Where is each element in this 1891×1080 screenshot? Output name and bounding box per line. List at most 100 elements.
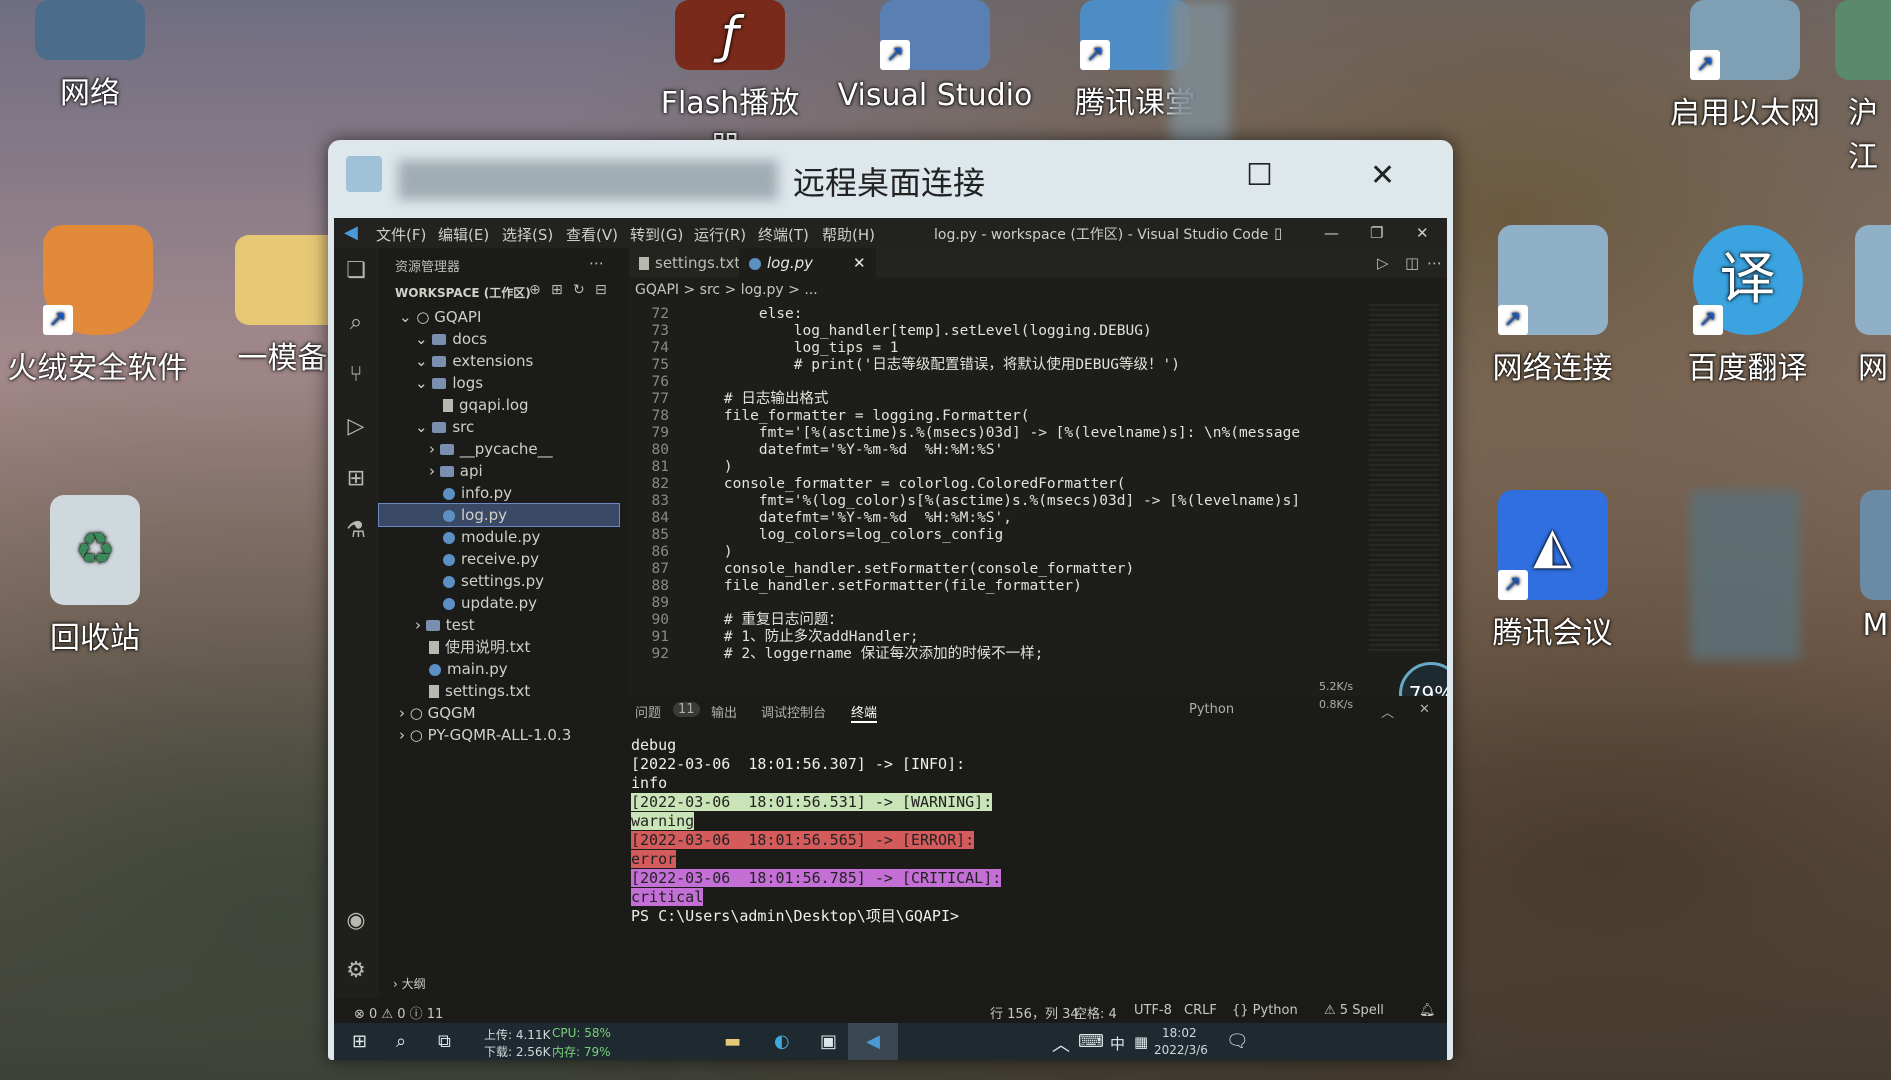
- restore-icon[interactable]: ❐: [1370, 224, 1383, 242]
- minimize-icon[interactable]: —: [1324, 224, 1339, 242]
- account-icon[interactable]: ◉: [342, 908, 370, 936]
- tree-item-test[interactable]: › test: [415, 614, 475, 636]
- tree-item-api[interactable]: › api: [429, 460, 483, 482]
- menu-edit[interactable]: 编辑(E): [438, 224, 489, 245]
- close-icon[interactable]: ✕: [1416, 224, 1429, 242]
- tree-item-gqapi-log[interactable]: gqapi.log: [443, 394, 529, 416]
- desktop-icon-hujiang[interactable]: 沪江: [1835, 0, 1891, 176]
- file-explorer-icon[interactable]: ▬: [724, 1031, 741, 1052]
- rdp-close-button[interactable]: ✕: [1370, 158, 1395, 193]
- desktop-icon-visual-studio[interactable]: ↗ Visual Studio: [830, 0, 1040, 113]
- status-indentation[interactable]: 空格: 4: [1074, 1003, 1117, 1022]
- vscode-taskbar-icon[interactable]: ◀: [848, 1023, 898, 1060]
- tab-problems[interactable]: 问题: [635, 702, 661, 721]
- tree-item-module-py[interactable]: module.py: [443, 526, 540, 548]
- tree-item-src[interactable]: ⌄ src: [415, 416, 474, 438]
- ime-indicator[interactable]: 中: [1110, 1033, 1125, 1054]
- tab-log-py[interactable]: log.py ✕: [739, 248, 876, 278]
- tree-item-pycache[interactable]: › __pycache__: [429, 438, 553, 460]
- status-spell[interactable]: ⚠ 5 Spell: [1324, 1003, 1384, 1018]
- tree-item-receive-py[interactable]: receive.py: [443, 548, 539, 570]
- menu-help[interactable]: 帮助(H): [822, 224, 875, 245]
- tree-item-gqapi[interactable]: ⌄ ○ GQAPI: [399, 306, 481, 328]
- chevron-up-icon[interactable]: ︿: [1052, 1031, 1070, 1057]
- refresh-icon[interactable]: ↻: [573, 282, 585, 298]
- tab-terminal[interactable]: 终端: [851, 702, 878, 723]
- status-eol[interactable]: CRLF: [1184, 1003, 1217, 1018]
- tree-item-logs[interactable]: ⌄ logs: [415, 372, 483, 394]
- tree-item-log-py[interactable]: log.py: [378, 503, 620, 527]
- menu-terminal[interactable]: 终端(T): [758, 224, 809, 245]
- code-editor[interactable]: 72 else: 73 log_handler[temp].setLevel(lo…: [629, 304, 1319, 662]
- more-actions-icon[interactable]: ⋯: [589, 254, 604, 272]
- tab-output[interactable]: 输出: [711, 702, 737, 721]
- source-control-icon[interactable]: ⑂: [342, 362, 370, 390]
- clock-time[interactable]: 18:02: [1162, 1026, 1197, 1040]
- tree-item-info-py[interactable]: info.py: [443, 482, 512, 504]
- tree-item-py-gqmr[interactable]: › ○ PY-GQMR-ALL-1.0.3: [399, 724, 571, 746]
- keyboard-icon[interactable]: ⌨: [1078, 1031, 1104, 1052]
- desktop-icon-recycle-bin[interactable]: ♻ 回收站: [15, 495, 175, 657]
- status-problems[interactable]: ⊗ 0 ⚠ 0 ⓘ 11: [354, 1003, 443, 1022]
- desktop-icon-enable-ethernet[interactable]: ↗ 启用以太网: [1655, 0, 1835, 132]
- search-icon[interactable]: ⌕: [396, 1031, 406, 1052]
- layout-icon[interactable]: ▯: [1274, 224, 1282, 242]
- desktop-icon-wang[interactable]: 网: [1855, 225, 1891, 387]
- task-view-icon[interactable]: ⧉: [438, 1031, 451, 1052]
- collapse-icon[interactable]: ⊟: [595, 282, 607, 298]
- status-cursor-position[interactable]: 行 156，列 34: [990, 1003, 1079, 1022]
- settings-gear-icon[interactable]: ⚙: [342, 958, 370, 986]
- search-icon[interactable]: ⌕: [342, 310, 370, 338]
- split-editor-icon[interactable]: ◫: [1405, 254, 1419, 272]
- extensions-icon[interactable]: ⊞: [342, 466, 370, 494]
- desktop-icon-huorong[interactable]: ↗ 火绒安全软件: [0, 225, 195, 387]
- bottom-panel: 问题 11 输出 调试控制台 终端 Python 5.2K/s 0.8K/s ︿…: [629, 680, 1447, 998]
- menu-file[interactable]: 文件(F): [376, 224, 426, 245]
- tab-settings-txt[interactable]: settings.txt: [629, 248, 750, 278]
- tree-item-settings-txt[interactable]: settings.txt: [429, 680, 530, 702]
- tree-item-extensions[interactable]: ⌄ extensions: [415, 350, 533, 372]
- menu-run[interactable]: 运行(R): [694, 224, 746, 245]
- desktop-icon-tencent-meeting[interactable]: ◭ ↗ 腾讯会议: [1470, 490, 1635, 652]
- edge-browser-icon[interactable]: ◐: [774, 1031, 790, 1052]
- outline-section[interactable]: › 大纲: [393, 973, 426, 995]
- tree-item-docs[interactable]: ⌄ docs: [415, 328, 487, 350]
- rdp-maximize-button[interactable]: ☐: [1246, 158, 1273, 193]
- status-language[interactable]: {} Python: [1232, 1003, 1298, 1018]
- terminal-shell-label[interactable]: Python: [1189, 702, 1234, 717]
- breadcrumb[interactable]: GQAPI > src > log.py > ...: [629, 278, 1447, 302]
- status-encoding[interactable]: UTF-8: [1134, 1003, 1172, 1018]
- windows-start-icon[interactable]: ⊞: [352, 1031, 367, 1052]
- new-folder-icon[interactable]: ⊞: [551, 282, 563, 298]
- tree-item-update-py[interactable]: update.py: [443, 592, 537, 614]
- desktop-icon-baidu-translate[interactable]: 译 ↗ 百度翻译: [1665, 225, 1830, 387]
- run-icon[interactable]: ▷: [1377, 254, 1389, 272]
- new-file-icon[interactable]: ⊕: [529, 282, 541, 298]
- chevron-up-icon[interactable]: ︿: [1381, 702, 1394, 721]
- tree-item-main-py[interactable]: main.py: [429, 658, 508, 680]
- workspace-header[interactable]: WORKSPACE (工作区): [395, 284, 531, 301]
- desktop-icon-network-connections[interactable]: ↗ 网络连接: [1470, 225, 1635, 387]
- menu-selection[interactable]: 选择(S): [502, 224, 553, 245]
- notification-bell-icon[interactable]: 🔔︎: [1419, 1003, 1436, 1018]
- ime-mode-icon[interactable]: ▦: [1134, 1033, 1148, 1051]
- menu-view[interactable]: 查看(V): [566, 224, 618, 245]
- close-tab-icon[interactable]: ✕: [853, 254, 866, 272]
- minimap[interactable]: [1369, 304, 1439, 654]
- close-panel-icon[interactable]: ✕: [1419, 702, 1430, 717]
- clock-date[interactable]: 2022/3/6: [1154, 1043, 1208, 1057]
- tab-debug-console[interactable]: 调试控制台: [761, 702, 826, 721]
- tree-item-gqgm[interactable]: › ○ GQGM: [399, 702, 476, 724]
- desktop-icon-yimo[interactable]: 一模备: [235, 235, 330, 377]
- notification-center-icon[interactable]: 🗨︎: [1226, 1031, 1249, 1052]
- tree-item-settings-py[interactable]: settings.py: [443, 570, 544, 592]
- tree-item-readme-txt[interactable]: 使用说明.txt: [429, 636, 530, 658]
- desktop-icon-network[interactable]: 网络: [10, 0, 170, 112]
- menu-go[interactable]: 转到(G): [630, 224, 683, 245]
- desktop-icon-m[interactable]: M: [1860, 490, 1891, 643]
- explorer-icon[interactable]: ❏: [342, 258, 370, 286]
- run-debug-icon[interactable]: ▷: [342, 414, 370, 442]
- testing-icon[interactable]: ⚗: [342, 518, 370, 546]
- store-icon[interactable]: ▣: [820, 1031, 837, 1052]
- more-actions-icon[interactable]: ⋯: [1427, 254, 1442, 272]
